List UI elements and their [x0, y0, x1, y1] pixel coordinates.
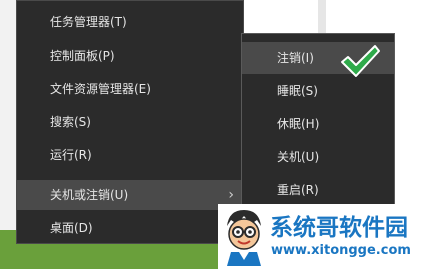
submenu-item-shut-down[interactable]: 关机(U) [242, 141, 394, 173]
checkmark-icon [341, 45, 380, 77]
submenu-item-sleep[interactable]: 睡眠(S) [242, 75, 394, 107]
watermark-url: www.xitongge.com [271, 243, 411, 258]
menu-item-label: 运行(R) [50, 148, 92, 162]
menu-item-label: 文件资源管理器(E) [50, 82, 151, 96]
menu-item-control-panel[interactable]: 控制面板(P) [17, 41, 243, 71]
menu-item-label: 关机或注销(U) [50, 188, 129, 202]
winx-context-menu: 任务管理器(T) 控制面板(P) 文件资源管理器(E) 搜索(S) 运行(R) … [16, 0, 244, 244]
mascot-icon [227, 210, 261, 266]
watermark-title: 系统哥软件园 [270, 215, 408, 241]
menu-item-task-manager[interactable]: 任务管理器(T) [17, 7, 243, 37]
menu-item-file-explorer[interactable]: 文件资源管理器(E) [17, 74, 243, 104]
menu-item-label: 搜索(S) [50, 115, 91, 129]
desktop-background [0, 0, 16, 230]
menu-item-search[interactable]: 搜索(S) [17, 107, 243, 137]
submenu-item-label: 重启(R) [277, 183, 319, 197]
menu-item-label: 桌面(D) [50, 221, 93, 235]
submenu-item-label: 睡眠(S) [277, 84, 318, 98]
menu-item-label: 控制面板(P) [50, 49, 115, 63]
submenu-item-restart[interactable]: 重启(R) [242, 174, 394, 206]
menu-item-shutdown-or-signout[interactable]: 关机或注销(U) › [17, 180, 243, 210]
submenu-item-label: 关机(U) [277, 150, 320, 164]
menu-item-run[interactable]: 运行(R) [17, 140, 243, 170]
submenu-item-label: 注销(I) [277, 51, 314, 65]
submenu-item-hibernate[interactable]: 休眠(H) [242, 108, 394, 140]
submenu-item-label: 休眠(H) [277, 117, 320, 131]
menu-item-label: 任务管理器(T) [50, 15, 127, 29]
menu-item-desktop[interactable]: 桌面(D) [17, 213, 243, 243]
